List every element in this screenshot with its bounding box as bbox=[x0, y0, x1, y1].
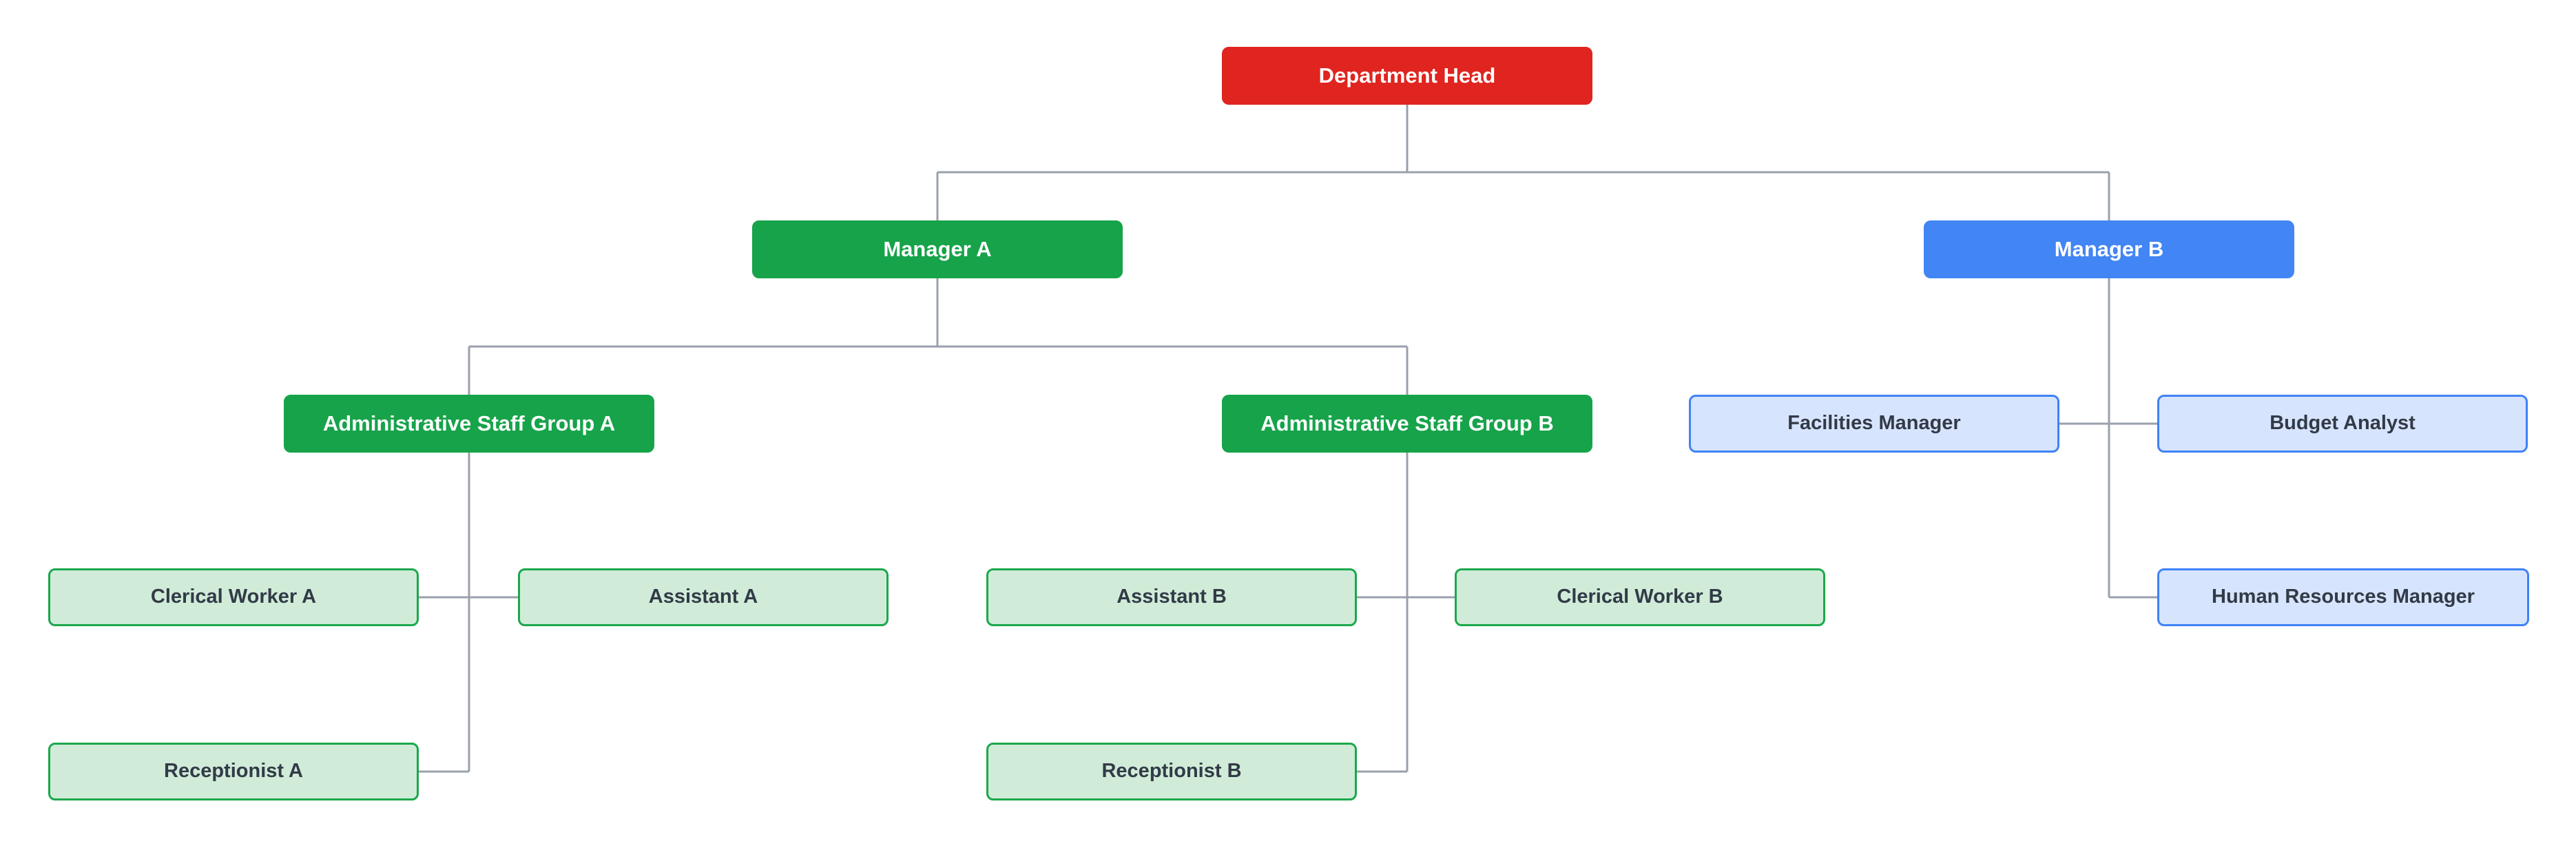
org-node-label: Assistant B bbox=[1116, 586, 1227, 608]
org-node-clerical-worker-a[interactable]: Clerical Worker A bbox=[48, 568, 419, 626]
org-node-department-head[interactable]: Department Head bbox=[1222, 47, 1592, 105]
org-node-label: Receptionist A bbox=[164, 760, 303, 783]
org-node-label: Assistant A bbox=[648, 586, 758, 608]
org-node-clerical-worker-b[interactable]: Clerical Worker B bbox=[1455, 568, 1825, 626]
org-node-assistant-a[interactable]: Assistant A bbox=[518, 568, 889, 626]
org-node-label: Manager A bbox=[883, 237, 992, 262]
org-node-label: Receptionist B bbox=[1101, 760, 1242, 783]
org-node-manager-b[interactable]: Manager B bbox=[1924, 220, 2294, 278]
org-node-facilities-manager[interactable]: Facilities Manager bbox=[1689, 395, 2059, 453]
org-node-label: Administrative Staff Group A bbox=[322, 411, 616, 436]
org-node-assistant-b[interactable]: Assistant B bbox=[986, 568, 1357, 626]
org-node-label: Budget Analyst bbox=[2269, 412, 2416, 435]
org-node-label: Department Head bbox=[1318, 63, 1496, 88]
org-node-admin-staff-group-a[interactable]: Administrative Staff Group A bbox=[284, 395, 654, 453]
org-node-label: Human Resources Manager bbox=[2212, 586, 2475, 608]
org-node-receptionist-b[interactable]: Receptionist B bbox=[986, 743, 1357, 800]
org-node-receptionist-a[interactable]: Receptionist A bbox=[48, 743, 419, 800]
org-node-human-resources-manager[interactable]: Human Resources Manager bbox=[2157, 568, 2529, 626]
org-node-manager-a[interactable]: Manager A bbox=[752, 220, 1123, 278]
org-chart-canvas: Department Head Manager A Manager B Adminis… bbox=[0, 0, 2576, 868]
org-node-admin-staff-group-b[interactable]: Administrative Staff Group B bbox=[1222, 395, 1592, 453]
org-node-label: Administrative Staff Group B bbox=[1260, 411, 1554, 436]
org-node-label: Clerical Worker A bbox=[150, 586, 317, 608]
org-node-budget-analyst[interactable]: Budget Analyst bbox=[2157, 395, 2528, 453]
org-node-label: Manager B bbox=[2054, 237, 2164, 262]
org-node-label: Clerical Worker B bbox=[1557, 586, 1723, 608]
org-node-label: Facilities Manager bbox=[1787, 412, 1961, 435]
